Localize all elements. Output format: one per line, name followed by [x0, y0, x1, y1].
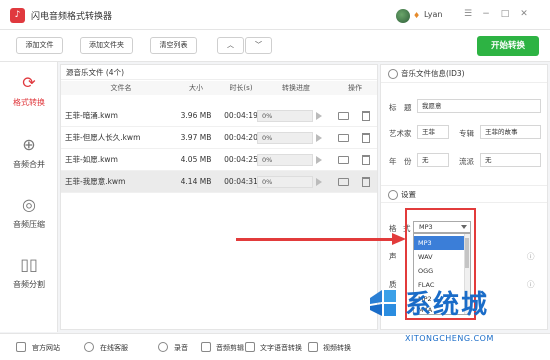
watermark-logo-icon: [370, 290, 396, 316]
avatar[interactable]: [396, 9, 410, 23]
settings-section-title: 设置: [381, 185, 547, 203]
sidebar-item-audio-compress[interactable]: ◎ 音频压缩: [0, 186, 58, 244]
progress-bar: 0%: [257, 132, 313, 144]
progress-bar: 0%: [257, 110, 313, 122]
merge-icon: ⊕: [22, 135, 36, 154]
app-title: 闪电音频格式转换器: [31, 12, 113, 22]
annotation-arrow-line: [236, 238, 394, 241]
file-name: 王菲-暗涌.kwm: [65, 111, 118, 120]
genre-label: 流派: [459, 157, 474, 166]
album-input[interactable]: 王菲的故事: [480, 125, 541, 139]
text-to-speech-link[interactable]: 文字语音转换: [260, 343, 302, 353]
id3-title: 音乐文件信息(ID3): [401, 69, 465, 78]
artist-input[interactable]: 王菲: [417, 125, 449, 139]
trash-icon[interactable]: [362, 155, 370, 165]
annotation-arrow-head: [392, 233, 406, 245]
vip-icon: ♦: [413, 11, 421, 20]
audio-edit-link[interactable]: 音频剪辑: [216, 343, 244, 353]
settings-title: 设置: [401, 190, 416, 199]
maximize-icon[interactable]: □: [499, 9, 511, 19]
folder-icon[interactable]: [338, 134, 349, 142]
trash-icon[interactable]: [362, 177, 370, 187]
record-icon: [158, 342, 168, 352]
minimize-icon[interactable]: −: [480, 9, 492, 19]
column-header: 文件名: [110, 84, 132, 92]
record-link[interactable]: 录音: [174, 343, 188, 353]
year-input[interactable]: 无: [417, 153, 449, 167]
folder-icon[interactable]: [338, 156, 349, 164]
play-icon[interactable]: [316, 134, 322, 142]
add-file-button[interactable]: 添加文件: [16, 37, 63, 54]
split-icon: ▯▯: [20, 255, 38, 274]
convert-icon: ⟳: [22, 73, 36, 92]
move-up-button[interactable]: ︿: [217, 37, 244, 54]
table-row[interactable]: 王菲-但愿人长久.kwm 3.97 MB 00:04:20 0%: [61, 127, 377, 149]
online-support-link[interactable]: 在线客服: [100, 343, 128, 353]
trash-icon[interactable]: [362, 133, 370, 143]
folder-icon[interactable]: [338, 112, 349, 120]
table-row[interactable]: 王菲-如愿.kwm 4.05 MB 00:04:25 0%: [61, 149, 377, 171]
app-window: ♪ 闪电音频格式转换器 ♦ Lyan ☰ − □ ✕ 添加文件 添加文件夹 清空…: [0, 0, 550, 360]
watermark-url: XITONGCHENG.COM: [405, 334, 494, 343]
tts-icon: [245, 342, 255, 352]
toolbar: 添加文件 添加文件夹 清空列表 ︿ ﹀ 开始转换: [0, 30, 550, 62]
sidebar-item-label: 音频合并: [13, 160, 45, 169]
audio-edit-icon: [201, 342, 211, 352]
user-name[interactable]: Lyan: [424, 10, 442, 19]
sidebar-item-label: 音频分割: [13, 280, 45, 289]
title-label: 标 题: [389, 103, 412, 112]
add-folder-button[interactable]: 添加文件夹: [80, 37, 133, 54]
info-icon[interactable]: ⓘ: [527, 251, 535, 262]
trash-icon[interactable]: [362, 111, 370, 121]
title-input[interactable]: 我愿意: [417, 99, 541, 113]
column-header: 操作: [348, 84, 362, 92]
gear-icon: [388, 190, 398, 200]
official-site-link[interactable]: 官方网站: [32, 343, 60, 353]
file-name: 王菲-我愿意.kwm: [65, 177, 126, 186]
music-info-icon: [388, 69, 398, 79]
move-down-button[interactable]: ﹀: [245, 37, 272, 54]
table-row[interactable]: 王菲-暗涌.kwm 3.96 MB 00:04:19 0%: [61, 105, 377, 127]
clear-list-button[interactable]: 清空列表: [150, 37, 197, 54]
folder-icon[interactable]: [338, 178, 349, 186]
column-header: 转换进度: [282, 84, 310, 92]
close-icon[interactable]: ✕: [518, 9, 530, 19]
video-convert-link[interactable]: 视频转换: [323, 343, 351, 353]
sidebar-item-label: 格式转换: [13, 98, 45, 107]
sidebar: ⟳ 格式转换 ⊕ 音频合并 ◎ 音频压缩 ▯▯ 音频分割: [0, 62, 58, 332]
artist-label: 艺术家: [389, 129, 412, 138]
album-label: 专辑: [459, 129, 474, 138]
table-header: 文件名 大小 时长(s) 转换进度 操作: [61, 81, 377, 95]
play-icon[interactable]: [316, 178, 322, 186]
file-name: 王菲-但愿人长久.kwm: [65, 133, 141, 142]
genre-input[interactable]: 无: [480, 153, 541, 167]
id3-section-title: 音乐文件信息(ID3): [381, 65, 547, 83]
channel-label: 声: [389, 252, 397, 261]
app-logo-icon: ♪: [10, 8, 25, 23]
progress-bar: 0%: [257, 154, 313, 166]
watermark-text: 系统城: [405, 290, 490, 320]
table-row[interactable]: 王菲-我愿意.kwm 4.14 MB 00:04:31 0%: [61, 171, 377, 193]
sidebar-item-format-convert[interactable]: ⟳ 格式转换: [0, 64, 58, 122]
title-bar: ♪ 闪电音频格式转换器 ♦ Lyan ☰ − □ ✕: [0, 0, 550, 30]
play-icon[interactable]: [316, 156, 322, 164]
menu-icon[interactable]: ☰: [462, 9, 474, 19]
website-icon: [16, 342, 26, 352]
progress-bar: 0%: [257, 176, 313, 188]
file-name: 王菲-如愿.kwm: [65, 155, 118, 164]
compress-icon: ◎: [22, 195, 36, 214]
start-convert-button[interactable]: 开始转换: [477, 36, 539, 56]
sidebar-item-label: 音频压缩: [13, 220, 45, 229]
play-icon[interactable]: [316, 112, 322, 120]
video-convert-icon: [308, 342, 318, 352]
file-list-header: 源音乐文件 (4个): [61, 65, 377, 80]
support-icon: [84, 342, 94, 352]
sidebar-item-audio-split[interactable]: ▯▯ 音频分割: [0, 246, 58, 304]
info-icon[interactable]: ⓘ: [527, 279, 535, 290]
year-label: 年 份: [389, 157, 412, 166]
sidebar-item-audio-merge[interactable]: ⊕ 音频合并: [0, 126, 58, 184]
file-list-panel: 源音乐文件 (4个) 文件名 大小 时长(s) 转换进度 操作 王菲-暗涌.kw…: [60, 64, 378, 330]
